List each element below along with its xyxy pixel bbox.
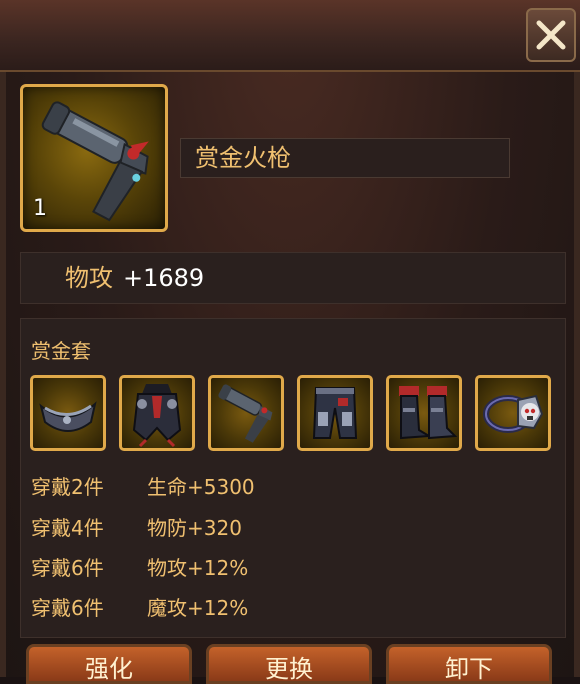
set-piece-slot[interactable]: [386, 375, 462, 451]
main-stat: 物攻 +1689: [20, 252, 566, 304]
skull-ring-icon: [483, 394, 544, 433]
set-bonus-row: 穿戴4件 物防+320: [31, 512, 242, 541]
close-button[interactable]: [526, 8, 576, 62]
set-bonus-effect: 物防+320: [147, 516, 242, 540]
set-piece-slot[interactable]: [475, 375, 551, 451]
set-piece-slot[interactable]: [297, 375, 373, 451]
set-bonus-row: 穿戴6件 魔攻+12%: [31, 592, 248, 621]
set-bonus-row: 穿戴6件 物攻+12%: [31, 552, 248, 581]
set-bonus-effect: 魔攻+12%: [147, 596, 249, 620]
set-bonus-count: 穿戴2件: [31, 475, 104, 499]
set-piece-slot[interactable]: [208, 375, 284, 451]
set-title: 赏金套: [31, 339, 91, 363]
set-bonus-effect: 生命+5300: [147, 475, 255, 499]
item-name: 赏金火枪: [180, 138, 510, 178]
panel-header: [0, 0, 580, 72]
item-count: 1: [33, 196, 47, 221]
set-piece-slot[interactable]: [119, 375, 195, 451]
set-piece-slot[interactable]: [30, 375, 106, 451]
set-bonus-row: 穿戴2件 生命+5300: [31, 471, 255, 500]
main-stat-label: 物攻: [65, 264, 113, 292]
unequip-button[interactable]: 卸下: [386, 644, 552, 684]
eyepatch-icon: [39, 401, 97, 432]
set-bonus-count: 穿戴6件: [31, 596, 104, 620]
armored-pants-icon: [312, 387, 358, 439]
pirate-boots-icon: [399, 386, 458, 440]
replace-button[interactable]: 更换: [206, 644, 372, 684]
close-icon: [536, 20, 566, 50]
flintlock-pistol-icon: [218, 384, 273, 443]
set-bonus-panel: 赏金套 穿戴2件 生命+5300 穿戴4件 物防+320 穿戴6件 物攻+12%…: [20, 318, 566, 638]
main-stat-value: +1689: [123, 264, 205, 292]
set-bonus-count: 穿戴4件: [31, 516, 104, 540]
item-slot[interactable]: 1: [20, 84, 168, 232]
set-bonus-count: 穿戴6件: [31, 556, 104, 580]
pirate-coat-icon: [132, 384, 182, 448]
enhance-button[interactable]: 强化: [26, 644, 192, 684]
set-bonus-effect: 物攻+12%: [147, 556, 249, 580]
